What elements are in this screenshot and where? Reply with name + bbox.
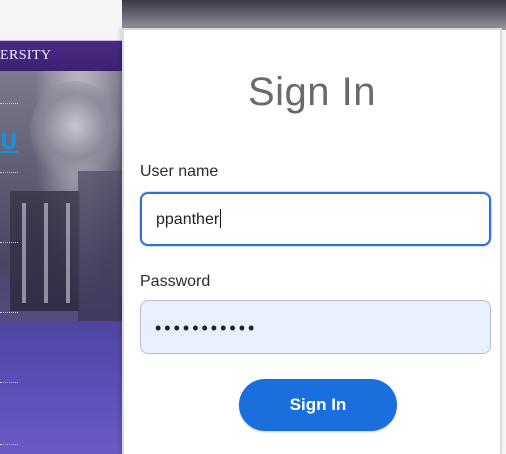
signin-title: Sign In (247, 70, 377, 114)
password-field[interactable]: ••••••••••• (140, 300, 491, 354)
divider (0, 103, 18, 104)
password-masked-value: ••••••••••• (155, 318, 258, 338)
username-label: User name (140, 163, 219, 180)
background-link[interactable]: U (0, 130, 18, 155)
divider (0, 172, 18, 173)
password-label: Password (140, 273, 211, 290)
campus-photo-pillar (44, 203, 48, 303)
campus-photo (0, 71, 132, 454)
text-caret (220, 209, 222, 229)
signin-dialog: Sign In User name ppanther Password ••••… (122, 28, 502, 454)
university-banner-text: ERSITY (0, 48, 52, 63)
signin-button[interactable]: Sign In (239, 379, 397, 431)
campus-photo-pillar (66, 203, 70, 303)
divider (0, 312, 18, 313)
username-value: ppanther (156, 211, 220, 228)
divider (0, 382, 18, 383)
username-field[interactable]: ppanther (140, 192, 491, 246)
modal-backdrop-strip (122, 0, 506, 30)
divider (0, 444, 18, 445)
campus-photo-ground (0, 321, 132, 454)
campus-photo-pillar (22, 203, 26, 303)
divider (0, 242, 18, 243)
campus-photo-tree (30, 81, 120, 181)
university-banner: ERSITY (0, 40, 132, 72)
